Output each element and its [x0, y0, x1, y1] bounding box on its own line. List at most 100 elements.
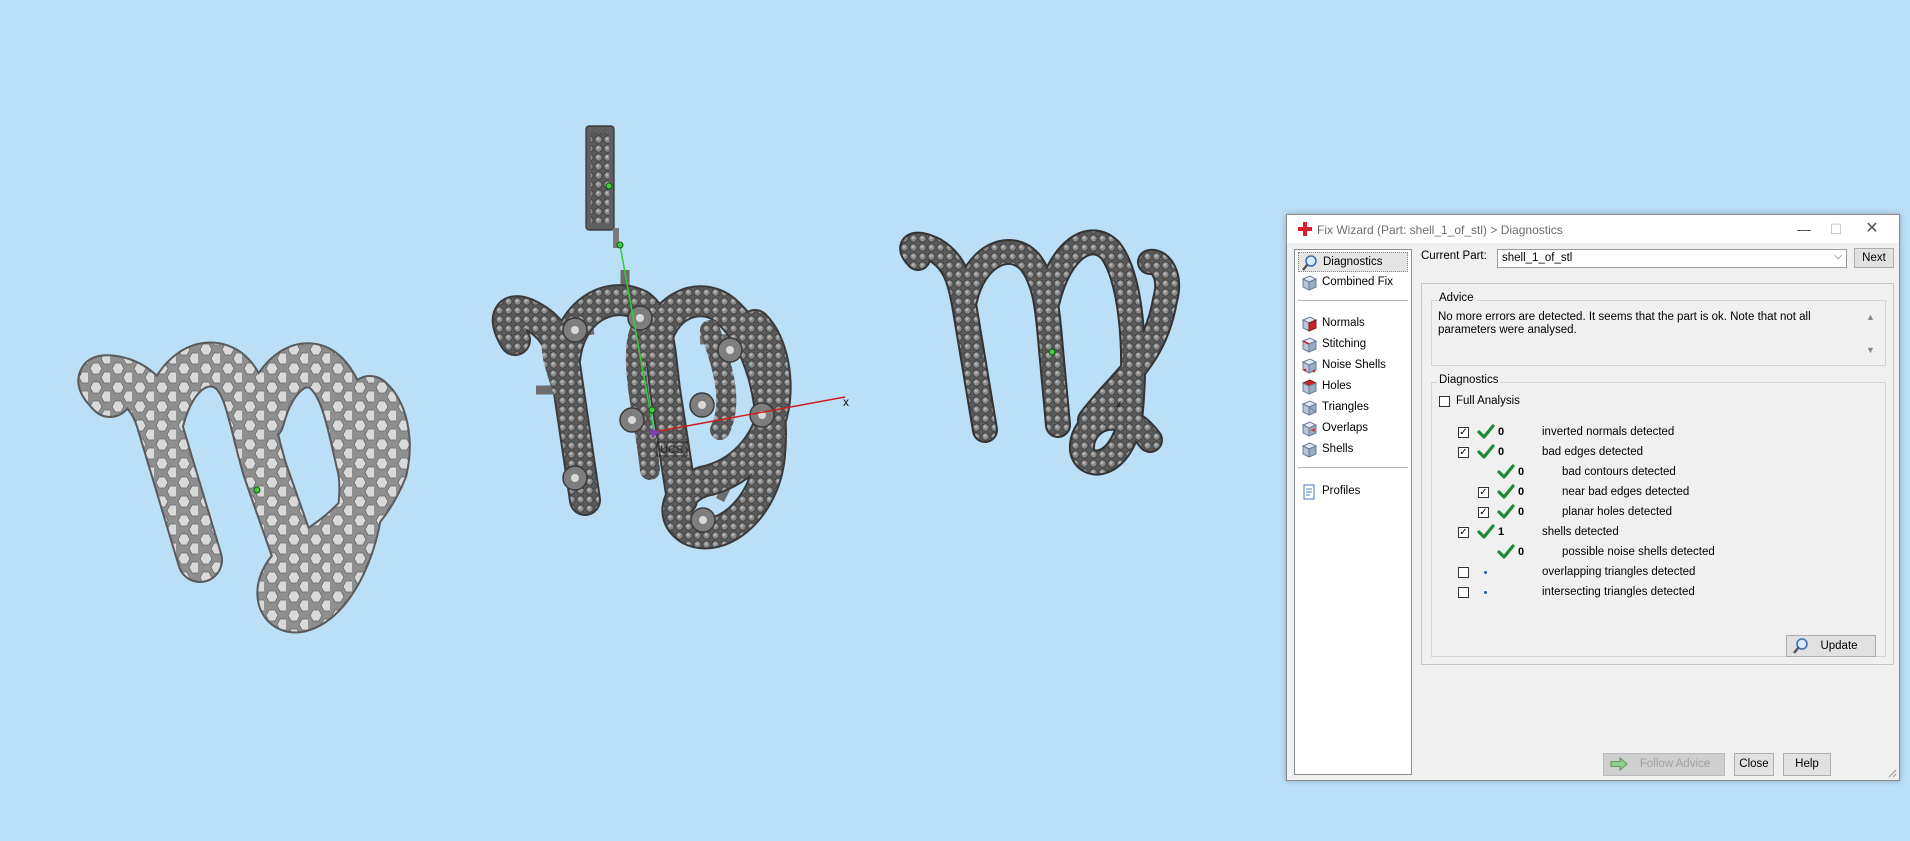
advice-group: Advice No more errors are detected. It s… — [1431, 292, 1886, 366]
magnifier-icon — [1302, 255, 1317, 271]
noise-shells-icon — [1301, 358, 1317, 374]
nav-item-triangles[interactable]: Triangles — [1298, 398, 1408, 418]
diagnostic-checkbox[interactable]: ✓ — [1458, 447, 1469, 458]
diagnostics-group-label: Diagnostics — [1437, 374, 1501, 386]
fix-wizard-dialog: Fix Wizard (Part: shell_1_of_stl) > Diag… — [1286, 214, 1900, 781]
help-button[interactable]: Help — [1783, 753, 1831, 776]
green-check-icon — [1497, 504, 1515, 520]
diagnostic-checkbox[interactable]: ✓ — [1478, 507, 1489, 518]
window-close-button[interactable]: ✕ — [1857, 219, 1887, 239]
x-axis-label: x — [843, 395, 849, 409]
diagnostic-label: possible noise shells detected — [1562, 546, 1715, 558]
full-analysis-checkbox[interactable] — [1439, 396, 1450, 407]
chevron-down-icon: ⌵ — [1834, 251, 1842, 262]
nav-item-noise-shells[interactable]: Noise Shells — [1298, 356, 1408, 376]
nav-separator — [1298, 300, 1408, 301]
nav-item-normals[interactable]: Normals — [1298, 314, 1408, 334]
minimize-button[interactable]: — — [1789, 219, 1819, 239]
nav-label: Profiles — [1322, 485, 1361, 497]
nav-label: Triangles — [1322, 401, 1369, 413]
nav-item-holes[interactable]: Holes — [1298, 377, 1408, 397]
green-check-icon — [1497, 484, 1515, 500]
nav-label: Shells — [1322, 443, 1354, 455]
holes-cube-icon — [1301, 379, 1317, 395]
diagnostic-count: 0 — [1498, 446, 1505, 458]
diagnostic-label: near bad edges detected — [1562, 486, 1690, 498]
diagnostic-count: 0 — [1498, 426, 1505, 438]
resize-grip-icon[interactable] — [1887, 768, 1897, 778]
normals-cube-icon — [1301, 316, 1317, 332]
beaded-virgo-model — [899, 229, 1181, 476]
nav-label: Normals — [1322, 317, 1365, 329]
window-title: Fix Wizard (Part: shell_1_of_stl) > Diag… — [1317, 223, 1563, 237]
nav-item-shells[interactable]: Shells — [1298, 440, 1408, 460]
update-button[interactable]: Update — [1786, 635, 1876, 657]
diagnostic-checkbox[interactable] — [1458, 567, 1469, 578]
nav-item-stitching[interactable]: Stitching — [1298, 335, 1408, 355]
green-check-icon — [1477, 524, 1495, 540]
pending-dot-icon — [1484, 571, 1487, 574]
red-cross-app-icon — [1298, 222, 1312, 236]
update-label: Update — [1820, 640, 1858, 652]
diagnostic-row: 0 possible noise shells detected — [1432, 544, 1882, 560]
diagnostic-count: 0 — [1518, 506, 1525, 518]
nav-label: Diagnostics — [1323, 256, 1383, 268]
pending-dot-icon — [1484, 591, 1487, 594]
shells-cube-icon — [1301, 442, 1317, 458]
close-button[interactable]: Close — [1734, 753, 1774, 776]
advice-scrollbar[interactable]: ▲ ▼ — [1864, 311, 1878, 357]
diagnostic-label: planar holes detected — [1562, 506, 1672, 518]
diagnostic-row: intersecting triangles detected — [1432, 584, 1882, 600]
diagnostic-checkbox[interactable] — [1458, 587, 1469, 598]
nav-label: Stitching — [1322, 338, 1367, 350]
diagnostic-row: ✓ 0 near bad edges detected — [1432, 484, 1882, 500]
diagnostic-label: bad contours detected — [1562, 466, 1676, 478]
scroll-down-icon[interactable]: ▼ — [1866, 344, 1875, 357]
diagnostics-panel: Advice No more errors are detected. It s… — [1421, 283, 1894, 665]
nav-label: Overlaps — [1322, 422, 1369, 434]
next-button[interactable]: Next — [1854, 248, 1894, 268]
advice-group-label: Advice — [1437, 292, 1476, 304]
follow-advice-label: Follow Advice — [1639, 758, 1711, 770]
wizard-nav-panel: Diagnostics Combined Fix Normals Stitchi… — [1294, 249, 1412, 775]
nav-separator — [1298, 467, 1408, 468]
diagnostic-count: 0 — [1518, 546, 1525, 558]
honeycomb-virgo-model — [77, 341, 411, 634]
green-check-icon — [1477, 444, 1495, 460]
green-check-icon — [1497, 464, 1515, 480]
advice-text: No more errors are detected. It seems th… — [1438, 311, 1811, 336]
diagnostic-count: 0 — [1518, 466, 1525, 478]
diagnostic-label: overlapping triangles detected — [1542, 566, 1696, 578]
triangles-cube-icon — [1301, 400, 1317, 416]
diagnostic-checkbox[interactable]: ✓ — [1478, 487, 1489, 498]
nav-item-overlaps[interactable]: Overlaps — [1298, 419, 1408, 439]
current-part-value: shell_1_of_stl — [1502, 252, 1573, 264]
diagnostic-count: 1 — [1498, 526, 1505, 538]
title-bar[interactable]: Fix Wizard (Part: shell_1_of_stl) > Diag… — [1287, 215, 1899, 243]
diagnostics-group: Diagnostics Full Analysis ✓ 0 inverted nor… — [1431, 374, 1886, 657]
diagnostic-checkbox[interactable]: ✓ — [1458, 427, 1469, 438]
stitching-cube-icon — [1301, 337, 1317, 353]
nav-item-profiles[interactable]: Profiles — [1298, 482, 1408, 502]
beaded-virgo-model-with-supports: UCS x — [491, 125, 849, 550]
diagnostic-checkbox[interactable]: ✓ — [1458, 527, 1469, 538]
nav-item-diagnostics[interactable]: Diagnostics — [1298, 252, 1408, 272]
nav-label: Combined Fix — [1322, 276, 1393, 288]
current-part-select[interactable]: shell_1_of_stl ⌵ — [1497, 249, 1847, 268]
overlaps-cube-icon — [1301, 421, 1317, 437]
diagnostic-row: ✓ 0 inverted normals detected — [1432, 424, 1882, 440]
nav-label: Noise Shells — [1322, 359, 1386, 371]
nav-label: Holes — [1322, 380, 1352, 392]
green-check-icon — [1477, 424, 1495, 440]
nav-item-combined-fix[interactable]: Combined Fix — [1298, 273, 1408, 293]
diagnostic-row: overlapping triangles detected — [1432, 564, 1882, 580]
diagnostic-row: ✓ 0 planar holes detected — [1432, 504, 1882, 520]
green-check-icon — [1497, 544, 1515, 560]
profiles-document-icon — [1303, 484, 1315, 500]
diagnostic-label: shells detected — [1542, 526, 1619, 538]
follow-advice-button[interactable]: Follow Advice — [1603, 753, 1725, 776]
diagnostic-count: 0 — [1518, 486, 1525, 498]
maximize-button[interactable]: ☐ — [1821, 219, 1851, 239]
ucs-label: UCS — [660, 444, 683, 456]
scroll-up-icon[interactable]: ▲ — [1866, 311, 1875, 324]
